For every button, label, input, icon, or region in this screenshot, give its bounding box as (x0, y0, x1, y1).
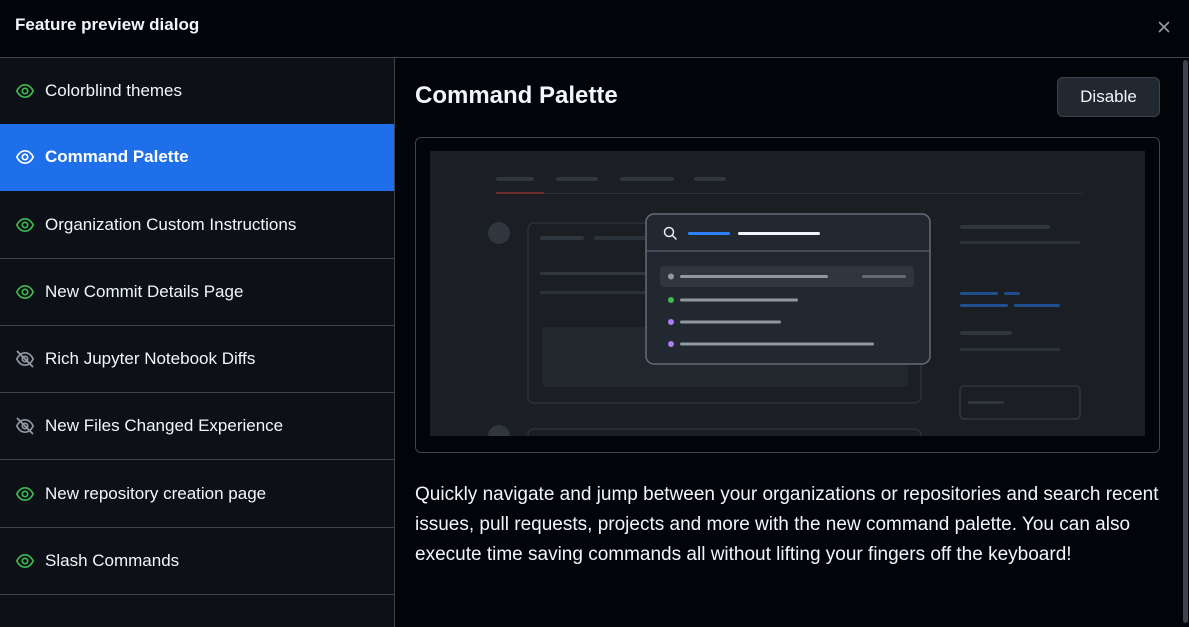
feature-item-label: Colorblind themes (45, 81, 183, 100)
eye-icon (14, 80, 36, 102)
scrollbar-thumb[interactable] (1183, 60, 1188, 623)
eye-icon (14, 214, 36, 236)
feature-item-label: Organization Custom Instructions (45, 215, 297, 234)
feature-item-new-files-changed-experience[interactable]: New Files Changed Experience (0, 393, 394, 460)
eye-icon (14, 483, 36, 505)
feature-item-colorblind-themes[interactable]: Colorblind themes (0, 58, 394, 125)
x-icon (1158, 21, 1170, 33)
feature-item-organization-custom-instructions[interactable]: Organization Custom Instructions (0, 192, 394, 259)
feature-item-label: New Commit Details Page (45, 282, 244, 301)
disable-button[interactable]: Disable (1057, 77, 1160, 117)
dialog-title: Feature preview dialog (15, 15, 200, 34)
feature-item-rich-jupyter-notebook-diffs[interactable]: Rich Jupyter Notebook Diffs (0, 326, 394, 393)
feature-item-label: Rich Jupyter Notebook Diffs (45, 349, 256, 368)
feature-item-command-palette[interactable]: Command Palette (0, 124, 394, 191)
scrollbar[interactable] (1181, 58, 1189, 627)
feature-item-label: Command Palette (45, 147, 189, 166)
feature-detail: Command Palette Disable Quickly navigate… (396, 58, 1189, 627)
feature-title: Command Palette (415, 82, 618, 109)
feature-item-label: Slash Commands (45, 551, 180, 570)
eye-icon (14, 281, 36, 303)
close-button[interactable] (1153, 16, 1175, 38)
command-palette-illustration (430, 151, 1145, 436)
illustration-graphic (488, 177, 1083, 436)
eye-icon (14, 146, 36, 168)
feature-item-label: New Files Changed Experience (45, 416, 284, 435)
eye-icon (14, 550, 36, 572)
feature-item-slash-commands[interactable]: Slash Commands (0, 528, 394, 595)
feature-item-label: New repository creation page (45, 484, 267, 503)
eye-closed-icon (14, 348, 36, 370)
feature-item-new-commit-details-page[interactable]: New Commit Details Page (0, 259, 394, 326)
feature-item-new-repository-creation-page[interactable]: New repository creation page (0, 461, 394, 528)
feature-preview-dialog: Feature preview dialog Colorblind themes… (0, 0, 1189, 627)
feature-list: Colorblind themes Command Palette Organiza… (0, 58, 395, 627)
feature-description: Quickly navigate and jump between your o… (415, 484, 1159, 565)
eye-closed-icon (14, 415, 36, 437)
dialog-header: Feature preview dialog (0, 0, 1189, 58)
feature-preview-image (415, 137, 1160, 453)
